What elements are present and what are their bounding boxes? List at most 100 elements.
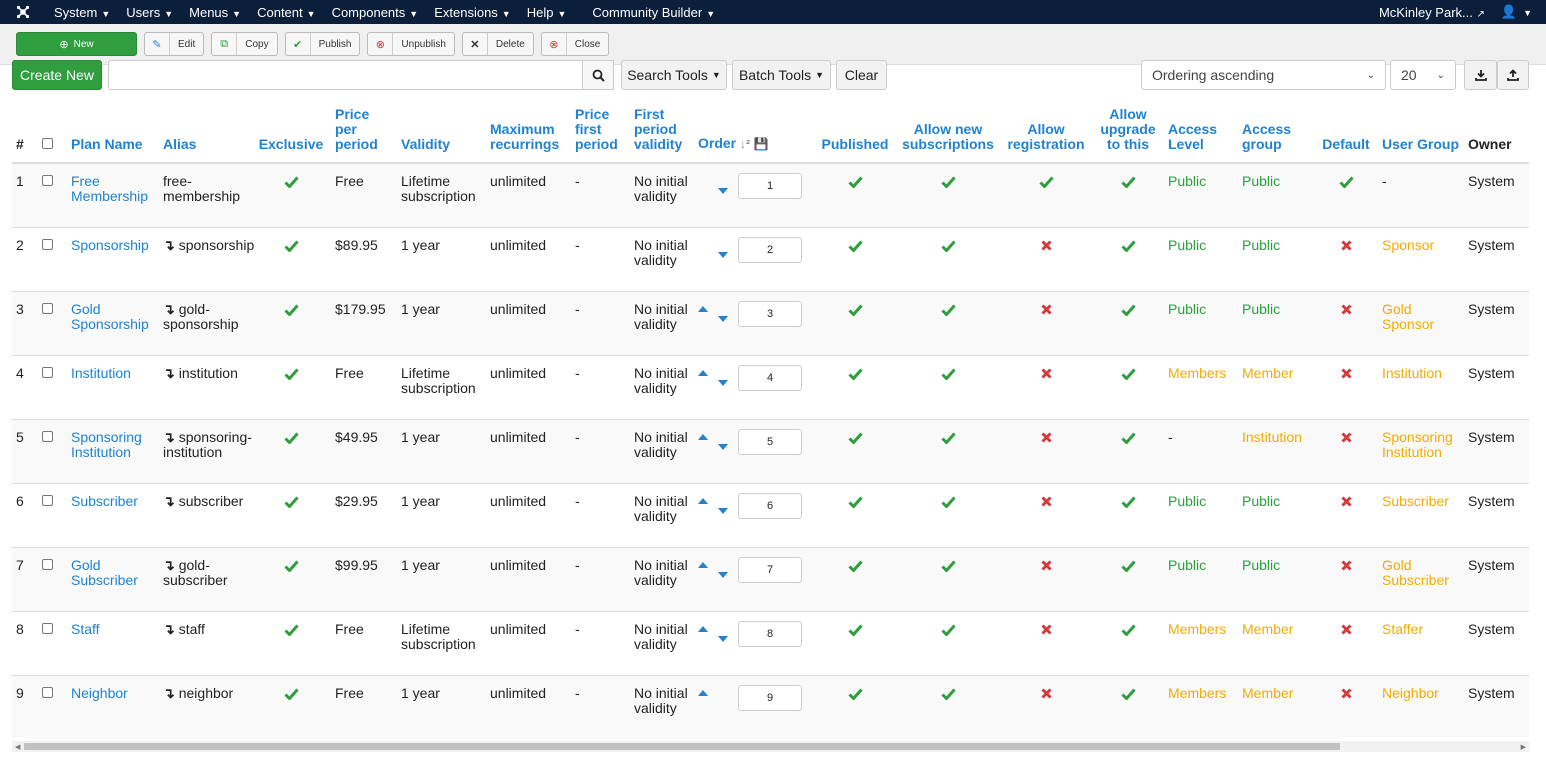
row-checkbox[interactable] [42, 494, 53, 506]
arrow-down-icon[interactable] [718, 188, 728, 194]
check-icon[interactable] [1120, 493, 1136, 509]
arrow-up-icon[interactable] [698, 561, 708, 568]
arrow-up-icon[interactable] [698, 369, 708, 376]
plan-name-link[interactable]: Gold Subscriber [71, 557, 138, 588]
arrow-down-icon[interactable] [718, 251, 728, 258]
plan-name-link[interactable]: Staff [71, 621, 100, 637]
check-icon[interactable] [847, 301, 863, 317]
check-icon[interactable] [283, 365, 299, 381]
import-button[interactable] [1497, 60, 1529, 90]
check-icon[interactable] [283, 237, 299, 253]
check-icon[interactable] [847, 557, 863, 573]
col-alias-header[interactable]: Alias [159, 100, 251, 163]
check-icon[interactable] [940, 685, 956, 701]
cross-icon[interactable] [1340, 429, 1352, 445]
export-button[interactable] [1464, 60, 1497, 90]
check-icon[interactable] [283, 429, 299, 445]
cross-icon[interactable] [1340, 621, 1352, 637]
col-allow-new-header[interactable]: Allow new subscriptions [896, 100, 1000, 163]
joomla-logo-icon[interactable] [0, 0, 46, 24]
site-link[interactable]: McKinley Park... ↗ [1369, 5, 1495, 20]
menu-system[interactable]: System ▼ [46, 5, 118, 20]
copy-button[interactable]: ⧉ Copy [211, 32, 278, 56]
new-button[interactable]: ⊕ New [16, 32, 137, 56]
check-icon[interactable] [940, 301, 956, 317]
cross-icon[interactable] [1040, 237, 1052, 253]
order-input[interactable]: 1 [738, 173, 802, 199]
check-icon[interactable] [940, 173, 956, 189]
check-icon[interactable] [283, 685, 299, 701]
check-icon[interactable] [283, 301, 299, 317]
row-checkbox[interactable] [42, 302, 53, 314]
row-checkbox[interactable] [42, 238, 53, 250]
menu-users[interactable]: Users ▼ [118, 5, 181, 20]
order-input[interactable]: 2 [738, 236, 802, 263]
check-icon[interactable] [1120, 429, 1136, 445]
cross-icon[interactable] [1040, 301, 1052, 317]
order-input[interactable]: 3 [738, 300, 802, 327]
arrow-down-icon[interactable] [718, 507, 728, 514]
scroll-right-icon[interactable]: ▶ [1521, 743, 1526, 751]
cross-icon[interactable] [1040, 685, 1052, 701]
check-icon[interactable] [283, 621, 299, 637]
check-icon[interactable] [283, 557, 299, 573]
col-published-header[interactable]: Published [814, 100, 896, 163]
check-icon[interactable] [283, 173, 299, 189]
create-new-button[interactable]: Create New [12, 60, 102, 90]
check-icon[interactable] [940, 365, 956, 381]
cross-icon[interactable] [1340, 557, 1352, 573]
plan-name-link[interactable]: Sponsoring Institution [71, 429, 142, 460]
arrow-down-icon[interactable] [718, 379, 728, 386]
scrollbar-thumb[interactable] [24, 743, 1340, 750]
check-icon[interactable] [1120, 557, 1136, 573]
row-checkbox[interactable] [42, 686, 53, 698]
col-validity-header[interactable]: Validity [397, 100, 486, 163]
menu-help[interactable]: Help ▼ [519, 5, 585, 20]
cross-icon[interactable] [1340, 493, 1352, 509]
order-input[interactable]: 7 [738, 556, 802, 583]
row-checkbox[interactable] [42, 622, 53, 634]
order-input[interactable]: 5 [738, 428, 802, 455]
check-icon[interactable] [940, 237, 956, 253]
edit-button[interactable]: ✎ Edit [144, 32, 205, 56]
arrow-down-icon[interactable] [718, 635, 728, 642]
plan-name-link[interactable]: Institution [71, 365, 131, 381]
search-button[interactable] [583, 60, 614, 90]
arrow-up-icon[interactable] [698, 497, 708, 504]
arrow-up-icon[interactable] [698, 305, 708, 312]
order-input[interactable]: 9 [738, 684, 802, 711]
cross-icon[interactable] [1340, 301, 1352, 317]
order-input[interactable]: 8 [738, 620, 802, 647]
row-checkbox[interactable] [42, 558, 53, 570]
publish-button[interactable]: ✔ Publish [284, 32, 361, 56]
plan-name-link[interactable]: Subscriber [71, 493, 138, 509]
cross-icon[interactable] [1040, 621, 1052, 637]
cross-icon[interactable] [1340, 685, 1352, 701]
check-icon[interactable] [847, 493, 863, 509]
col-access-level-header[interactable]: Access Level [1164, 100, 1238, 163]
col-max-recurrings-header[interactable]: Maximum recurrings [486, 100, 571, 163]
row-checkbox[interactable] [42, 175, 53, 186]
check-icon[interactable] [1120, 301, 1136, 317]
cross-icon[interactable] [1040, 429, 1052, 445]
cross-icon[interactable] [1040, 557, 1052, 573]
delete-button[interactable]: ✕ Delete [461, 32, 534, 56]
order-input[interactable]: 4 [738, 364, 802, 391]
check-icon[interactable] [1120, 173, 1136, 189]
check-icon[interactable] [847, 685, 863, 701]
menu-menus[interactable]: Menus ▼ [181, 5, 249, 20]
cross-icon[interactable] [1040, 493, 1052, 509]
col-user-group-header[interactable]: User Group [1378, 100, 1464, 163]
arrow-up-icon[interactable] [698, 625, 708, 632]
order-input[interactable]: 6 [738, 492, 802, 519]
col-order-header[interactable]: Order ↓² 💾 [694, 100, 814, 163]
clear-button[interactable]: Clear [836, 60, 887, 90]
menu-content[interactable]: Content ▼ [249, 5, 323, 20]
check-icon[interactable] [940, 493, 956, 509]
check-icon[interactable] [940, 621, 956, 637]
ordering-select[interactable]: Ordering ascending ⌄ [1141, 60, 1386, 90]
unpublish-button[interactable]: ⊗ Unpublish [367, 32, 455, 56]
arrow-down-icon[interactable] [718, 571, 728, 578]
col-price-header[interactable]: Price per period [331, 100, 397, 163]
check-icon[interactable] [1120, 685, 1136, 701]
